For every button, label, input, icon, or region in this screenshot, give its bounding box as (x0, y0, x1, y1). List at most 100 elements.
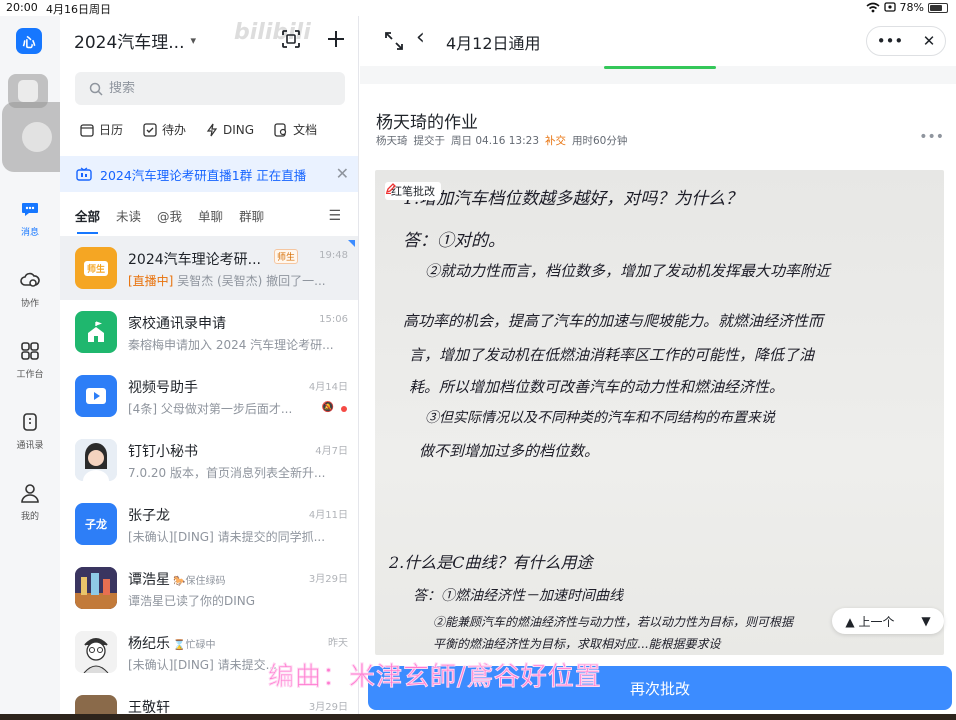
conversation-tabs: 全部 未读 @我 单聊 群聊 (75, 206, 264, 234)
prev-next-control: ▲ 上一个 ▼ (832, 608, 944, 634)
handwriting-line: ②就动力性而言，档位数多，增加了发动机发挥最大功率附近 (425, 262, 832, 280)
list-item[interactable]: 钉钉小秘书 4月7日 7.0.20 版本，首页消息列表全新升... (60, 428, 358, 492)
conversation-time: 4月7日 (315, 446, 348, 457)
handwriting-line: 做不到增加过多的档位数。 (419, 442, 599, 460)
more-icon[interactable]: ••• (919, 129, 944, 145)
quick-calendar[interactable]: 日历 (80, 121, 123, 138)
quick-todo[interactable]: 待办 (143, 121, 186, 138)
conversation-time: 3月29日 (308, 702, 348, 713)
next-button[interactable]: ▼ (921, 614, 930, 628)
avatar: 师生 (75, 247, 117, 289)
tab-mentions[interactable]: @我 (157, 206, 182, 225)
status-date: 4月16日周日 (46, 3, 111, 16)
conversation-preview: 谭浩星已读了你的DING (128, 594, 256, 608)
conversation-preview: [未确认][DING] 请未提交的同学抓... (128, 530, 326, 544)
handwriting-line: 高功率的机会，提高了汽车的加速与爬坡能力。就燃油经济性而 (403, 312, 826, 330)
list-item[interactable]: 子龙 张子龙 4月11日 [未确认][DING] 请未提交的同学抓... (60, 492, 358, 556)
expand-icon[interactable] (384, 31, 404, 51)
quick-docs[interactable]: 文档 (274, 121, 317, 138)
annotate-badge[interactable]: 红笔批改 (385, 182, 441, 200)
handwriting-line: 答：①对的。 (403, 231, 505, 251)
conversation-name: 杨纪乐 ⌛忙碌中 (128, 633, 215, 653)
quick-label: DING (223, 122, 255, 137)
role-badge: 师生 (274, 249, 299, 264)
menu-icon[interactable]: ☰ (328, 208, 341, 224)
conversation-time: 3月29日 (308, 574, 348, 585)
nav-contacts[interactable]: 通讯录 (0, 412, 60, 451)
conversation-preview: [直播中] 吴智杰 (吴智杰) 撤回了一... (128, 272, 350, 289)
handwriting-line: 2.什么是C曲线？有什么用途 (388, 553, 595, 572)
scan-icon[interactable] (280, 28, 302, 50)
tab-unread[interactable]: 未读 (116, 206, 141, 225)
quick-label: 待办 (162, 123, 187, 137)
avatar (75, 311, 117, 353)
progress-fill (604, 66, 716, 69)
nav-me[interactable]: 我的 (0, 483, 60, 522)
status-bar: 20:00 4月16日周日 78% (0, 0, 956, 16)
avatar-text: 师生 (83, 260, 108, 276)
nav-label: 工作台 (16, 370, 44, 380)
user-status: 保住绿码 (185, 576, 226, 587)
user-status: 忙碌中 (185, 640, 216, 651)
cloud-doc-icon (20, 272, 40, 287)
tab-groups[interactable]: 群聊 (239, 206, 264, 225)
contact-name: 杨纪乐 (128, 636, 170, 652)
prev-label: 上一个 (858, 614, 895, 629)
nav-workbench[interactable]: 工作台 (0, 341, 60, 380)
live-tag: [直播中] (128, 274, 174, 288)
unread-dot (341, 406, 347, 412)
avatar (75, 567, 117, 609)
list-item[interactable]: 视频号助手 4月14日 [4条] 父母做对第一步后面才... 🔕 (60, 364, 358, 428)
tab-all[interactable]: 全部 (75, 206, 100, 234)
close-icon[interactable]: ✕ (336, 164, 349, 183)
close-icon[interactable]: ✕ (923, 32, 936, 50)
status-right: 78% (866, 1, 948, 14)
back-icon[interactable]: ‹ (416, 25, 425, 50)
quick-ding[interactable]: DING (206, 121, 254, 138)
conversation-list: 师生 2024汽车理论考研... 师生 19:48 [直播中] 吴智杰 (吴智杰… (60, 236, 358, 720)
doc-search-icon (274, 122, 287, 137)
annotate-label: 红笔批改 (391, 185, 435, 198)
homework-photo[interactable]: 1.增加汽车档位数越多越好，对吗？为什么？ 答：①对的。 ②就动力性而言，档位数多，… (375, 170, 944, 655)
submit-time: 周日 04.16 13:23 (451, 135, 539, 147)
org-switcher[interactable]: 2024汽车理... ▾ (74, 28, 196, 53)
live-banner[interactable]: 2024汽车理论考研直播1群 正在直播 ✕ (60, 156, 358, 192)
homework-detail-pane: ‹ 4月12日通用 ••• ✕ 杨天琦的作业 杨天琦 提交于 周日 04.16 … (360, 16, 956, 720)
handwriting-line: 言，增加了发动机在低燃油消耗率区工作的可能性，降低了油 (409, 346, 816, 364)
tab-single[interactable]: 单聊 (198, 206, 223, 225)
bottom-strip (0, 714, 956, 720)
conversation-preview: [4条] 父母做对第一步后面才... (128, 402, 293, 416)
busy-icon: ⌛ (173, 640, 186, 651)
lightning-icon (206, 123, 218, 136)
search-box[interactable] (75, 72, 345, 105)
list-item[interactable]: 师生 2024汽车理论考研... 师生 19:48 [直播中] 吴智杰 (吴智杰… (60, 236, 358, 300)
screen-record-icon (883, 2, 896, 12)
status-text: ⌛忙碌中 (173, 636, 215, 651)
pen-icon (385, 183, 396, 194)
list-item[interactable]: 谭浩星 🐎保住绿码 3月29日 谭浩星已读了你的DING (60, 556, 358, 620)
add-icon[interactable] (326, 29, 346, 49)
conversation-name: 钉钉小秘书 (128, 444, 198, 460)
avatar (75, 439, 117, 481)
search-input[interactable] (109, 81, 309, 96)
nav-messages[interactable]: 消息 (0, 199, 60, 238)
conversation-name: 家校通讯录申请 (128, 316, 226, 332)
conversation-time: 4月14日 (308, 382, 348, 393)
more-icon[interactable]: ••• (877, 32, 904, 50)
pane-header: ‹ 4月12日通用 ••• ✕ (360, 16, 956, 66)
submit-label: 提交于 (413, 135, 446, 147)
wifi-icon (866, 2, 880, 13)
live-banner-text: 2024汽车理论考研直播1群 正在直播 (100, 167, 307, 183)
app-logo-icon[interactable]: 心 (16, 28, 42, 54)
nav-collab[interactable]: 协作 (0, 270, 60, 309)
conversation-time: 昨天 (328, 638, 348, 649)
avatar-text: 子龙 (85, 518, 107, 531)
landscape-avatar-icon (75, 567, 117, 609)
prev-button[interactable]: ▲ 上一个 (845, 613, 894, 630)
progress-bar (360, 66, 956, 84)
assistant-avatar-icon (75, 439, 117, 481)
conversation-name: 视频号助手 (128, 380, 198, 396)
homework-title: 杨天琦的作业 (376, 113, 478, 133)
list-item[interactable]: 家校通讯录申请 15:06 秦榕梅申请加入 2024 汽车理论考研... (60, 300, 358, 364)
avatar (75, 375, 117, 417)
